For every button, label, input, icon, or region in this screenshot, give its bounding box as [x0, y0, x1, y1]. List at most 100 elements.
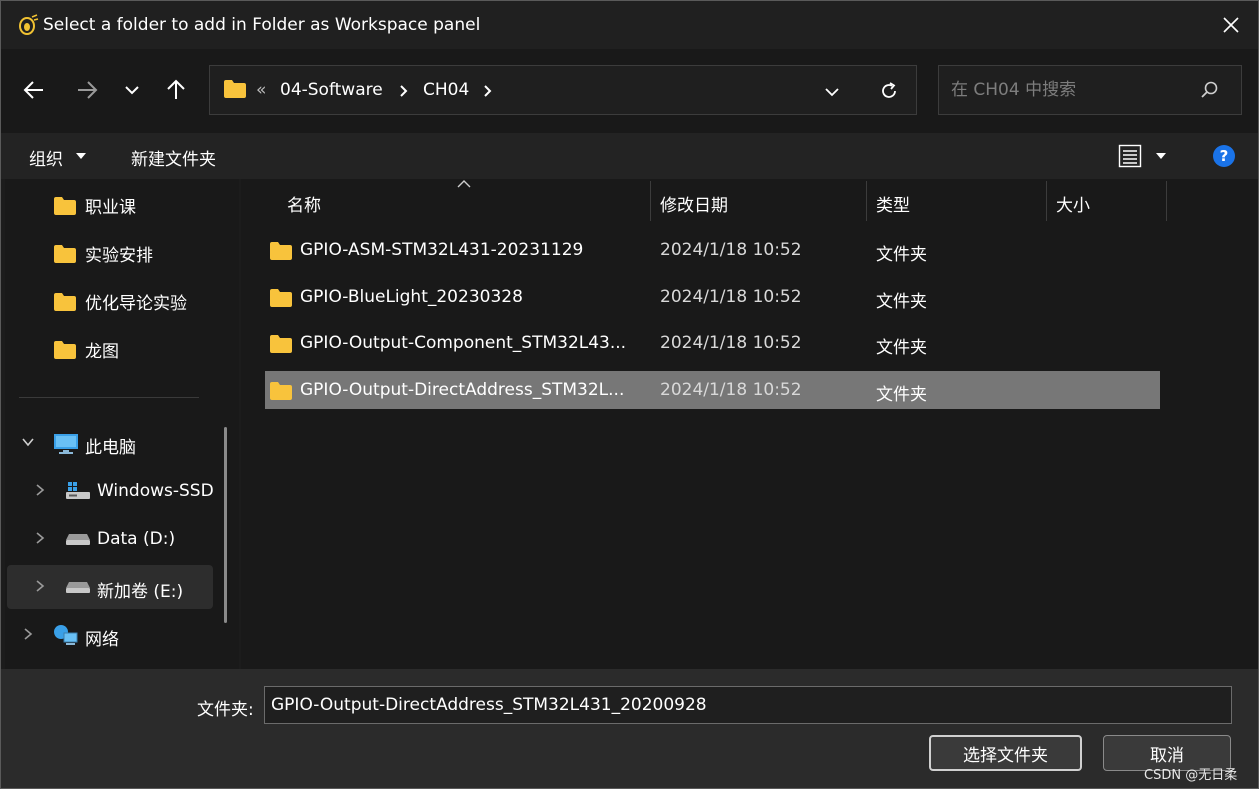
- sidebar-item-label: 实验安排: [85, 246, 153, 266]
- breadcrumb-04-software[interactable]: 04-Software: [280, 80, 383, 100]
- column-separator[interactable]: [650, 181, 651, 221]
- sidebar-item-label: Windows-SSD: [97, 481, 214, 501]
- breadcrumb-ch04[interactable]: CH04: [423, 80, 469, 100]
- folder-icon: [270, 289, 292, 307]
- row-type: 文件夹: [876, 245, 927, 265]
- window-title: Select a folder to add in Folder as Work…: [43, 15, 481, 35]
- row-name: GPIO-BlueLight_20230328: [300, 287, 523, 307]
- sidebar-item-label: 职业课: [85, 198, 136, 218]
- search-box[interactable]: [938, 65, 1242, 115]
- folder-field-label: 文件夹:: [197, 700, 254, 720]
- address-history-chevron-icon[interactable]: [824, 86, 840, 98]
- row-type: 文件夹: [876, 292, 927, 312]
- folder-icon: [270, 242, 292, 260]
- close-icon: [1223, 17, 1239, 33]
- search-icon[interactable]: [1199, 80, 1219, 100]
- sidebar-item-quick-3[interactable]: 龙图: [5, 325, 211, 369]
- organize-menu[interactable]: 组织: [29, 145, 63, 170]
- column-header-type[interactable]: 类型: [876, 191, 910, 216]
- dialog-footer: 文件夹: 选择文件夹 取消 CSDN @无日柔: [1, 669, 1258, 788]
- column-header-size[interactable]: 大小: [1056, 191, 1090, 216]
- sidebar-item-network[interactable]: 网络: [5, 613, 211, 657]
- column-header-name[interactable]: 名称: [287, 191, 321, 216]
- caret-down-icon[interactable]: [75, 152, 87, 160]
- sidebar-item-quick-2[interactable]: 优化导论实验: [5, 277, 211, 321]
- sidebar-item-quick-1[interactable]: 实验安排: [5, 229, 211, 273]
- new-folder-button[interactable]: 新建文件夹: [131, 145, 216, 170]
- arrow-up-icon: [167, 79, 185, 99]
- recent-locations-button[interactable]: [115, 73, 149, 107]
- navigation-bar: « 04-Software CH04: [1, 49, 1258, 133]
- folder-icon: [54, 341, 76, 359]
- breadcrumb-separator-icon[interactable]: [399, 85, 409, 97]
- row-date: 2024/1/18 10:52: [660, 240, 802, 260]
- drive-icon: [66, 534, 90, 545]
- select-folder-button[interactable]: 选择文件夹: [929, 735, 1082, 771]
- forward-button[interactable]: [70, 73, 104, 107]
- chevron-right-icon[interactable]: [33, 483, 47, 497]
- sidebar-item-drive-e[interactable]: 新加卷 (E:): [7, 565, 213, 609]
- folder-icon: [270, 335, 292, 353]
- row-date: 2024/1/18 10:52: [660, 287, 802, 307]
- sidebar-item-label: 此电脑: [85, 438, 136, 458]
- navigation-pane: 职业课 实验安排 优化导论实验 龙图 此电脑 Windows-SSD Data …: [5, 179, 239, 669]
- computer-icon: [54, 434, 78, 454]
- breadcrumb-overflow[interactable]: «: [256, 80, 266, 100]
- chevron-right-icon[interactable]: [33, 531, 47, 545]
- arrow-left-icon: [23, 81, 43, 99]
- network-icon: [54, 625, 78, 645]
- drive-icon: [66, 582, 90, 593]
- up-button[interactable]: [159, 73, 193, 107]
- windows-drive-icon: [66, 482, 90, 499]
- sidebar-item-drive-d[interactable]: Data (D:): [5, 517, 211, 561]
- folder-picker-dialog: Select a folder to add in Folder as Work…: [0, 0, 1259, 789]
- row-date: 2024/1/18 10:52: [660, 333, 802, 353]
- sidebar-item-label: 优化导论实验: [85, 294, 187, 314]
- refresh-icon[interactable]: [879, 81, 899, 101]
- sidebar-item-drive-c[interactable]: Windows-SSD: [5, 469, 214, 513]
- folder-name-input[interactable]: [264, 686, 1232, 724]
- sidebar-item-label: 新加卷 (E:): [97, 582, 184, 602]
- sidebar-item-label: 网络: [85, 630, 119, 650]
- view-options-caret-icon[interactable]: [1155, 152, 1167, 160]
- breadcrumb-separator-icon[interactable]: [483, 85, 493, 97]
- sidebar-scrollbar[interactable]: [224, 427, 227, 623]
- command-bar: 组织 新建文件夹 ?: [1, 133, 1258, 179]
- sidebar-item-quick-0[interactable]: 职业课: [5, 181, 211, 225]
- address-bar[interactable]: « 04-Software CH04: [209, 65, 917, 115]
- chevron-down-icon[interactable]: [21, 435, 35, 449]
- svg-text:?: ?: [1220, 147, 1229, 165]
- back-button[interactable]: [17, 73, 51, 107]
- column-separator[interactable]: [1046, 181, 1047, 221]
- row-type: 文件夹: [876, 338, 927, 358]
- app-bug-icon: [19, 14, 39, 35]
- arrow-right-icon: [78, 81, 98, 99]
- column-separator[interactable]: [866, 181, 867, 221]
- row-name: GPIO-Output-Component_STM32L43...: [300, 333, 627, 353]
- sidebar-item-this-pc[interactable]: 此电脑: [5, 421, 211, 465]
- sidebar-item-label: Data (D:): [97, 529, 176, 549]
- chevron-right-icon[interactable]: [21, 627, 35, 641]
- title-bar: Select a folder to add in Folder as Work…: [1, 1, 1258, 49]
- details-view-icon[interactable]: [1118, 144, 1142, 168]
- table-row[interactable]: GPIO-Output-Component_STM32L43... 2024/1…: [265, 324, 1160, 362]
- help-icon[interactable]: ?: [1212, 144, 1236, 168]
- search-input[interactable]: [951, 78, 1191, 102]
- folder-icon: [270, 382, 292, 400]
- sort-ascending-icon: [457, 180, 471, 188]
- sidebar-item-label: 龙图: [85, 342, 119, 362]
- row-type: 文件夹: [876, 385, 927, 405]
- table-row[interactable]: GPIO-BlueLight_20230328 2024/1/18 10:52 …: [265, 278, 1160, 316]
- chevron-right-icon[interactable]: [33, 579, 47, 593]
- column-header-date[interactable]: 修改日期: [660, 191, 728, 216]
- close-button[interactable]: [1209, 7, 1253, 43]
- table-row[interactable]: GPIO-ASM-STM32L431-20231129 2024/1/18 10…: [265, 231, 1160, 269]
- row-name: GPIO-ASM-STM32L431-20231129: [300, 240, 584, 260]
- sidebar-divider: [19, 397, 199, 398]
- folder-icon: [54, 293, 76, 311]
- column-separator[interactable]: [1166, 181, 1167, 221]
- watermark: CSDN @无日柔: [1144, 768, 1238, 783]
- table-row-selected[interactable]: GPIO-Output-DirectAddress_STM32L... 2024…: [265, 371, 1160, 409]
- folder-icon: [54, 245, 76, 263]
- folder-icon: [54, 197, 76, 215]
